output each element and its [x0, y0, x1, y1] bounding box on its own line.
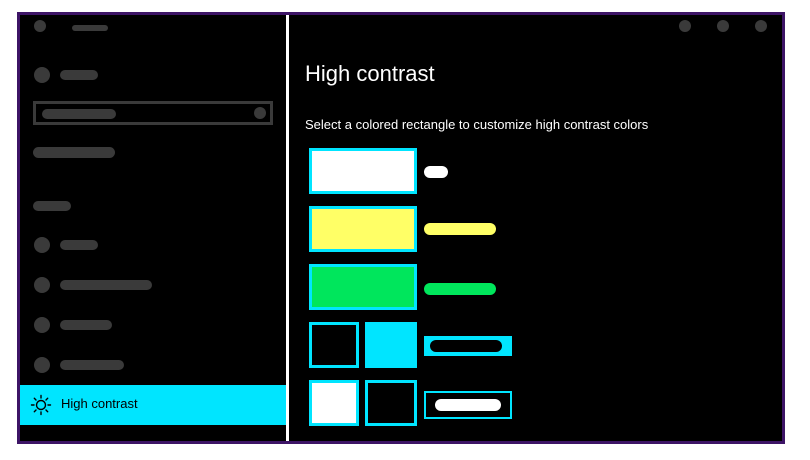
yellow-color-swatch[interactable]: [309, 206, 417, 252]
nav-item-2-label[interactable]: [60, 280, 152, 290]
cyan-color-swatch[interactable]: [365, 322, 417, 368]
search-placeholder: [42, 109, 116, 119]
button-text-preview-button: [424, 391, 512, 419]
minimize-icon[interactable]: [679, 20, 691, 32]
nav-item-1-icon: [34, 237, 50, 253]
green-color-swatch[interactable]: [309, 264, 417, 310]
home-icon: [34, 67, 50, 83]
window-frame: High contrast High contrast Select a col…: [17, 12, 785, 444]
close-icon[interactable]: [755, 20, 767, 32]
main-content: High contrast Select a colored rectangle…: [289, 15, 782, 441]
nav-item-3-label[interactable]: [60, 320, 112, 330]
nav-item-1-label[interactable]: [60, 240, 98, 250]
home-label-placeholder[interactable]: [60, 70, 98, 80]
back-button-icon[interactable]: [34, 20, 46, 32]
section-header-placeholder: [33, 147, 115, 158]
nav-item-4-label[interactable]: [60, 360, 124, 370]
app-title-placeholder: [72, 25, 108, 31]
page-title: High contrast: [305, 61, 435, 86]
brightness-icon: [30, 394, 52, 416]
black-color-swatch[interactable]: [309, 322, 359, 368]
maximize-icon[interactable]: [717, 20, 729, 32]
disabled-text-preview-bar: [424, 283, 496, 295]
group-label-placeholder: [33, 201, 71, 211]
selected-text-preview-bar: [430, 340, 502, 352]
sidebar-item-label: High contrast: [61, 396, 138, 411]
nav-item-2-icon: [34, 277, 50, 293]
nav-item-3-icon: [34, 317, 50, 333]
search-input[interactable]: [33, 101, 273, 125]
hyperlink-preview-bar: [424, 223, 496, 235]
page-subtitle: Select a colored rectangle to customize …: [305, 117, 649, 132]
search-icon[interactable]: [254, 107, 266, 119]
sidebar-item-high-contrast[interactable]: High contrast: [20, 385, 286, 425]
nav-item-4-icon: [34, 357, 50, 373]
text-preview-bar: [424, 166, 448, 178]
black-button-swatch[interactable]: [365, 380, 417, 426]
button-text-preview-bar: [435, 399, 501, 411]
selected-text-preview-button: [424, 336, 512, 356]
white-color-swatch[interactable]: [309, 148, 417, 194]
sidebar: High contrast: [20, 15, 286, 441]
white-button-swatch[interactable]: [309, 380, 359, 426]
